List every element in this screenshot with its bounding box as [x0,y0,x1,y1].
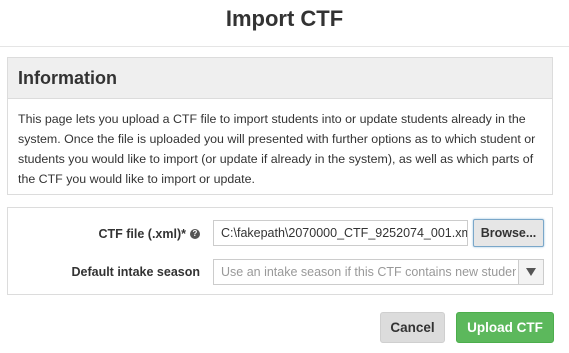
import-form: CTF file (.xml)* ? C:\fakepath\2070000_C… [7,207,553,295]
intake-season-select[interactable]: Use an intake season if this CTF contain… [213,259,544,285]
upload-ctf-button[interactable]: Upload CTF [456,312,554,343]
caret-down-icon[interactable] [518,260,543,284]
cancel-button[interactable]: Cancel [380,312,445,343]
information-panel: Information This page lets you upload a … [7,57,553,195]
title-divider [0,46,569,47]
ctf-file-input[interactable]: C:\fakepath\2070000_CTF_9252074_001.xml [213,220,468,246]
question-circle-icon[interactable]: ? [190,229,200,239]
browse-button[interactable]: Browse... [473,219,544,247]
dialog-title: Import CTF [225,6,344,31]
intake-season-label: Default intake season [71,265,200,279]
ctf-file-label-group: CTF file (.xml)* ? [98,227,200,241]
information-heading: Information [8,58,552,99]
intake-season-placeholder: Use an intake season if this CTF contain… [221,265,516,279]
ctf-file-label: CTF file (.xml)* [98,227,186,241]
information-text: This page lets you upload a CTF file to … [18,112,536,186]
